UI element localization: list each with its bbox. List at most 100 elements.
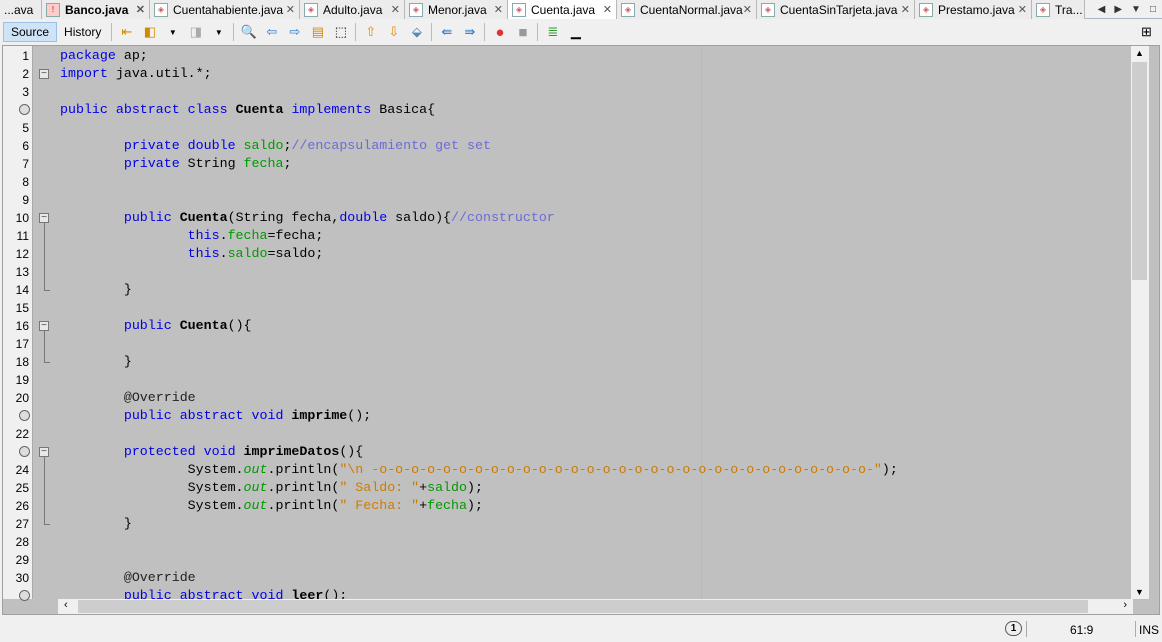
uncomment-icon[interactable]: ▁ xyxy=(567,23,585,41)
code-token: package xyxy=(60,48,116,63)
tab-8[interactable]: ◈ Prestamo.java ✕ xyxy=(915,0,1032,19)
code-line: public abstract class Cuenta implements … xyxy=(60,101,898,119)
code-line: System.out.println(" Fecha: "+fecha); xyxy=(60,497,898,515)
code-line: private String fecha; xyxy=(60,155,898,173)
dropdown-icon[interactable]: ▼ xyxy=(164,23,182,41)
tab-label: Prestamo.java xyxy=(938,2,1015,17)
fold-gutter: − − − − xyxy=(33,46,58,599)
code-token: .println( xyxy=(267,480,340,495)
comment-icon[interactable]: ≣ xyxy=(544,23,562,41)
search-icon[interactable]: 🔍 xyxy=(240,23,258,41)
previous-bookmark-icon[interactable]: ⇧ xyxy=(362,23,380,41)
code-token: this xyxy=(60,228,220,243)
scroll-right-icon[interactable]: › xyxy=(1123,599,1127,611)
next-bookmark-icon[interactable]: ⇩ xyxy=(385,23,403,41)
fold-end xyxy=(44,290,50,291)
vertical-scrollbar[interactable]: ▲ ▼ xyxy=(1131,46,1149,599)
java-file-icon: ◈ xyxy=(512,2,526,17)
stop-macro-icon[interactable]: ■ xyxy=(514,23,532,41)
fold-toggle-icon[interactable]: − xyxy=(39,321,49,331)
shift-right-icon[interactable]: ⇛ xyxy=(461,23,479,41)
code-token: protected void xyxy=(60,444,236,459)
shift-left-icon[interactable]: ⇚ xyxy=(438,23,456,41)
tab-2[interactable]: ◈ Cuentahabiente.java ✕ xyxy=(150,0,300,19)
forward-icon[interactable]: ◨ xyxy=(187,23,205,41)
horizontal-scroll-thumb[interactable] xyxy=(78,600,1088,613)
fold-toggle-icon[interactable]: − xyxy=(39,69,49,79)
separator xyxy=(431,23,433,41)
back-icon[interactable]: ◧ xyxy=(141,23,159,41)
tab-1[interactable]: ! Banco.java ✕ xyxy=(42,0,150,19)
tab-label: Cuenta.java xyxy=(531,2,596,17)
toggle-bookmark-icon[interactable]: ⬙ xyxy=(408,23,426,41)
tab-9[interactable]: ◈ Tra... xyxy=(1032,0,1085,19)
history-tab[interactable]: History xyxy=(57,22,108,42)
code-line: System.out.println(" Saldo: "+saldo); xyxy=(60,479,898,497)
toggle-highlight-icon[interactable]: ▤ xyxy=(309,23,327,41)
code-line: import java.util.*; xyxy=(60,65,898,83)
fold-toggle-icon[interactable]: − xyxy=(39,213,49,223)
line-number: 3 xyxy=(22,85,29,99)
separator xyxy=(111,23,113,41)
source-tab[interactable]: Source xyxy=(3,22,58,42)
tab-3[interactable]: ◈ Adulto.java ✕ xyxy=(300,0,405,19)
fold-line xyxy=(44,223,45,290)
tab-label: Cuentahabiente.java xyxy=(173,2,284,17)
code-editor[interactable]: 1 2 3 5 6 7 8 9 10 11 12 13 14 15 16 17 18 19 20 22 24 25 26 27… xyxy=(2,45,1160,615)
scroll-tabs-left-icon[interactable]: ◀ xyxy=(1098,4,1106,15)
rect-selection-icon[interactable]: ⬚ xyxy=(332,23,350,41)
editor-toolbar: Source History ⇤ ◧ ▼ ◨ ▼ 🔍 ⇦ ⇨ ▤ ⬚ ⇧ ⇩ ⬙… xyxy=(0,20,1162,44)
dropdown-icon[interactable]: ▼ xyxy=(210,23,228,41)
code-token: .println( xyxy=(267,498,340,513)
tab-4[interactable]: ◈ Menor.java ✕ xyxy=(405,0,508,19)
close-tab-icon[interactable]: ✕ xyxy=(286,3,295,16)
notifications-icon[interactable]: 1 xyxy=(1005,621,1022,636)
close-tab-icon[interactable]: ✕ xyxy=(494,3,503,16)
close-tab-icon[interactable]: ✕ xyxy=(1018,3,1027,16)
separator xyxy=(484,23,486,41)
record-macro-icon[interactable]: ● xyxy=(491,23,509,41)
line-number: 16 xyxy=(15,319,29,333)
vertical-scroll-thumb[interactable] xyxy=(1132,62,1147,280)
separator xyxy=(537,23,539,41)
code-token: } xyxy=(60,354,132,369)
java-file-icon: ◈ xyxy=(1036,2,1050,17)
editor-tabs: ...ava! Banco.java ✕ ◈ Cuentahabiente.java ✕ ◈… xyxy=(0,0,1162,19)
code-line: public Cuenta(String fecha,double saldo)… xyxy=(60,209,898,227)
scroll-up-icon[interactable]: ▲ xyxy=(1135,48,1144,58)
find-previous-icon[interactable]: ⇦ xyxy=(263,23,281,41)
line-number xyxy=(3,407,29,425)
horizontal-scrollbar[interactable]: ‹ › xyxy=(58,599,1133,614)
tab-5[interactable]: ◈ Cuenta.java ✕ xyxy=(508,0,617,19)
line-number: 20 xyxy=(15,391,29,405)
tab-7[interactable]: ◈ CuentaSinTarjeta.java ✕ xyxy=(757,0,915,19)
scroll-tabs-right-icon[interactable]: ▶ xyxy=(1114,4,1122,15)
code-area[interactable]: package ap; import java.util.*; public ab… xyxy=(60,47,898,605)
close-tab-icon[interactable]: ✕ xyxy=(391,3,400,16)
line-number: 7 xyxy=(22,157,29,171)
close-tab-icon[interactable]: ✕ xyxy=(901,3,910,16)
tab-0[interactable]: ...ava xyxy=(0,0,42,19)
close-tab-icon[interactable]: ✕ xyxy=(743,3,752,16)
scroll-left-icon[interactable]: ‹ xyxy=(64,599,68,611)
close-tab-icon[interactable]: ✕ xyxy=(136,3,145,16)
close-tab-icon[interactable]: ✕ xyxy=(603,3,612,16)
tab-6[interactable]: ◈ CuentaNormal.java ✕ xyxy=(617,0,757,19)
tab-label: Adulto.java xyxy=(323,2,383,17)
split-editor-icon[interactable]: ⊞ xyxy=(1138,23,1156,41)
last-edit-icon[interactable]: ⇤ xyxy=(118,23,136,41)
find-next-icon[interactable]: ⇨ xyxy=(286,23,304,41)
show-opened-documents-icon[interactable]: ▼ xyxy=(1131,4,1141,15)
maximize-icon[interactable]: □ xyxy=(1150,4,1156,15)
scroll-down-icon[interactable]: ▼ xyxy=(1135,587,1144,597)
code-token: saldo xyxy=(227,246,268,261)
fold-toggle-icon[interactable]: − xyxy=(39,447,49,457)
line-number xyxy=(3,101,29,119)
line-number: 14 xyxy=(15,283,29,297)
code-line: } xyxy=(60,515,898,533)
code-token: this xyxy=(60,246,220,261)
